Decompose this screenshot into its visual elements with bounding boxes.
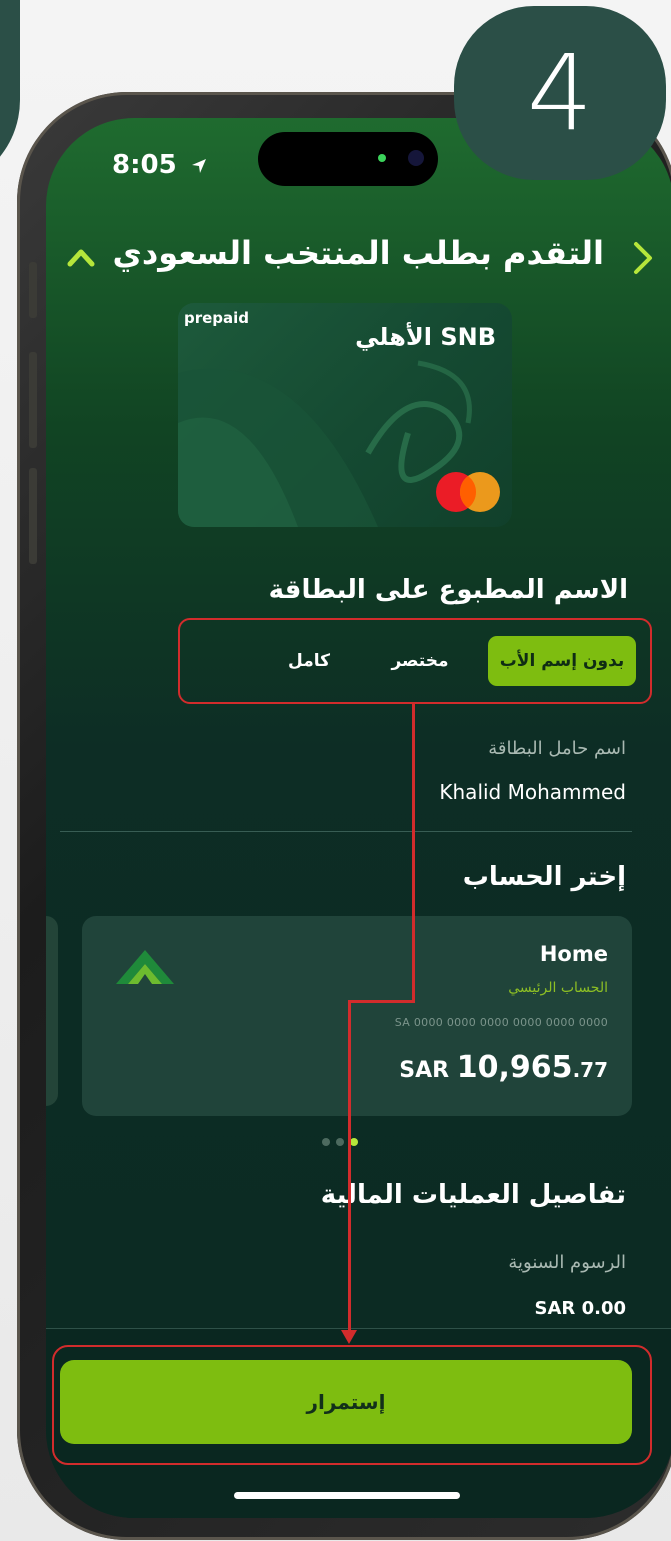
- divider: [60, 831, 632, 832]
- card-prepaid-label: prepaid: [184, 309, 250, 327]
- header: التقدم بطلب المنتخب السعودي: [46, 228, 671, 288]
- dynamic-island: [258, 132, 438, 186]
- option-short-name[interactable]: مختصر: [370, 636, 470, 686]
- name-format-selector: بدون إسم الأب مختصر كامل: [178, 618, 652, 704]
- option-full-name[interactable]: كامل: [264, 636, 354, 686]
- chevron-right-icon[interactable]: [626, 238, 660, 278]
- step-number-badge: 4: [454, 6, 666, 180]
- location-arrow-icon: [191, 158, 206, 173]
- privacy-indicator-dot: [378, 154, 386, 162]
- annotation-line: [348, 1000, 415, 1003]
- continue-button[interactable]: إستمرار: [60, 1360, 632, 1444]
- balance-cents: .77: [572, 1058, 608, 1082]
- app-screen: 8:05 التقدم بطلب المنتخب السعودي prepaid…: [46, 118, 671, 1518]
- annotation-line: [412, 702, 415, 1002]
- card-image: prepaid الأهلي SNB: [178, 303, 512, 527]
- pager-dot[interactable]: [322, 1138, 330, 1146]
- annotation-arrow: [341, 1330, 357, 1344]
- divider: [46, 1328, 671, 1329]
- option-without-father-name[interactable]: بدون إسم الأب: [488, 636, 636, 686]
- phone-side-button: [29, 352, 37, 448]
- annual-fee-label: الرسوم السنوية: [508, 1252, 626, 1273]
- account-card-previous[interactable]: [46, 916, 58, 1106]
- annual-fee-amount: SAR 0.00: [535, 1298, 626, 1319]
- card-holder-label: اسم حامل البطاقة: [488, 738, 626, 759]
- pager-dot-active[interactable]: [350, 1138, 358, 1146]
- account-card[interactable]: Home الحساب الرئيسي SA 0000 0000 0000 00…: [82, 916, 632, 1116]
- name-on-card-title: الاسم المطبوع على البطاقة: [268, 575, 628, 605]
- fee-value: 0.00: [581, 1298, 626, 1319]
- phone-side-button: [29, 262, 37, 318]
- balance-main: 10,965: [456, 1050, 573, 1085]
- financial-details-title: تفاصيل العمليات المالية: [320, 1180, 626, 1210]
- annotation-line: [348, 1000, 351, 1332]
- select-account-title: إختر الحساب: [462, 862, 626, 892]
- bank-logo-icon: [116, 950, 174, 984]
- phone-side-button: [29, 468, 37, 564]
- account-type: الحساب الرئيسي: [508, 980, 608, 996]
- pager-dot[interactable]: [336, 1138, 344, 1146]
- tutorial-stage: 4 8:05 التقدم بطلب المنتخب السعودي prepa…: [0, 0, 671, 1541]
- balance-currency: SAR: [399, 1058, 450, 1083]
- carousel-pager: [322, 1138, 358, 1146]
- fee-currency: SAR: [534, 1298, 576, 1319]
- bank-logo-text: الأهلي SNB: [355, 323, 496, 351]
- chevron-up-icon[interactable]: [66, 242, 96, 272]
- account-name: Home: [539, 942, 608, 966]
- account-iban: SA 0000 0000 0000 0000 0000 0000: [394, 1016, 608, 1029]
- home-indicator: [234, 1492, 460, 1499]
- camera-icon: [408, 150, 424, 166]
- status-time: 8:05: [112, 150, 208, 180]
- page-title: التقدم بطلب المنتخب السعودي: [112, 234, 604, 272]
- account-balance: SAR 10,965.77: [399, 1050, 608, 1085]
- previous-step-bubble: [0, 0, 20, 190]
- mastercard-logo-icon: [436, 472, 500, 512]
- card-holder-value: Khalid Mohammed: [439, 780, 626, 804]
